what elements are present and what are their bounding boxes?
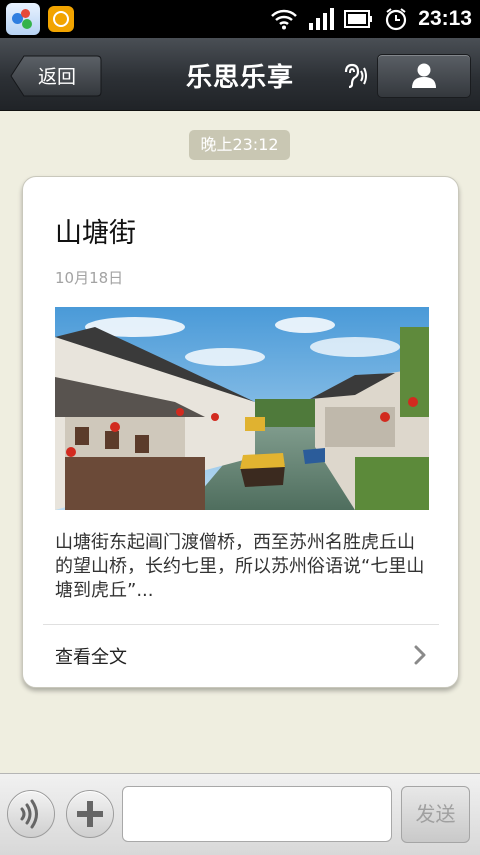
voice-icon xyxy=(20,799,38,829)
article-date: 10月18日 xyxy=(55,269,124,287)
app-icon xyxy=(6,3,40,35)
clock-time: 23:13 xyxy=(418,7,472,30)
person-icon xyxy=(412,63,436,88)
chevron-right-icon xyxy=(414,645,426,665)
message-input-bar: 发送 xyxy=(0,773,480,855)
article-card[interactable]: 山塘街 10月18日 山塘街东起阊门渡僧桥，西至苏州名胜虎丘山的望山桥，长约七里… xyxy=(22,176,459,688)
notification-icon xyxy=(48,6,74,32)
battery-icon xyxy=(344,10,373,28)
ear-icon[interactable] xyxy=(340,62,368,90)
send-button[interactable]: 发送 xyxy=(401,786,470,843)
read-full-article-link[interactable]: 查看全文 xyxy=(23,625,458,685)
add-attachment-button[interactable] xyxy=(66,790,114,838)
plus-icon xyxy=(77,801,103,827)
voice-button[interactable] xyxy=(7,790,55,838)
read-more-label: 查看全文 xyxy=(55,647,127,668)
signal-icon xyxy=(309,8,335,30)
article-summary: 山塘街东起阊门渡僧桥，西至苏州名胜虎丘山的望山桥，长约七里，所以苏州俗语说“七里… xyxy=(55,532,425,601)
message-input[interactable] xyxy=(122,786,392,842)
profile-button[interactable] xyxy=(377,54,471,98)
alarm-icon xyxy=(386,8,407,31)
message-timestamp: 晚上23:12 xyxy=(189,130,290,160)
wifi-icon xyxy=(271,9,298,30)
app-header: 返回 乐思乐享 xyxy=(0,38,480,111)
article-title: 山塘街 xyxy=(55,218,136,249)
canal-town-photo[interactable] xyxy=(55,307,429,510)
status-bar: 23:13 xyxy=(0,0,480,38)
